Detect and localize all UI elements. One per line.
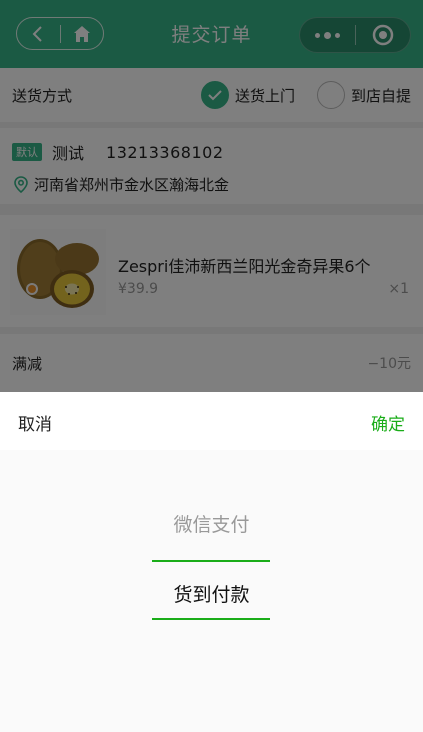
picker-option-cash-on-delivery[interactable]: 货到付款	[0, 580, 423, 607]
payment-method-picker[interactable]: 微信支付 货到付款	[0, 450, 423, 732]
payment-picker-sheet: 取消 确定 微信支付 货到付款	[0, 392, 423, 732]
selection-indicator-bottom	[152, 618, 270, 620]
picker-option-wechat-pay[interactable]: 微信支付	[0, 510, 423, 537]
confirm-button[interactable]: 确定	[371, 410, 405, 435]
cancel-button[interactable]: 取消	[18, 410, 52, 435]
picker-toolbar: 取消 确定	[0, 392, 423, 450]
selection-indicator-top	[152, 560, 270, 562]
